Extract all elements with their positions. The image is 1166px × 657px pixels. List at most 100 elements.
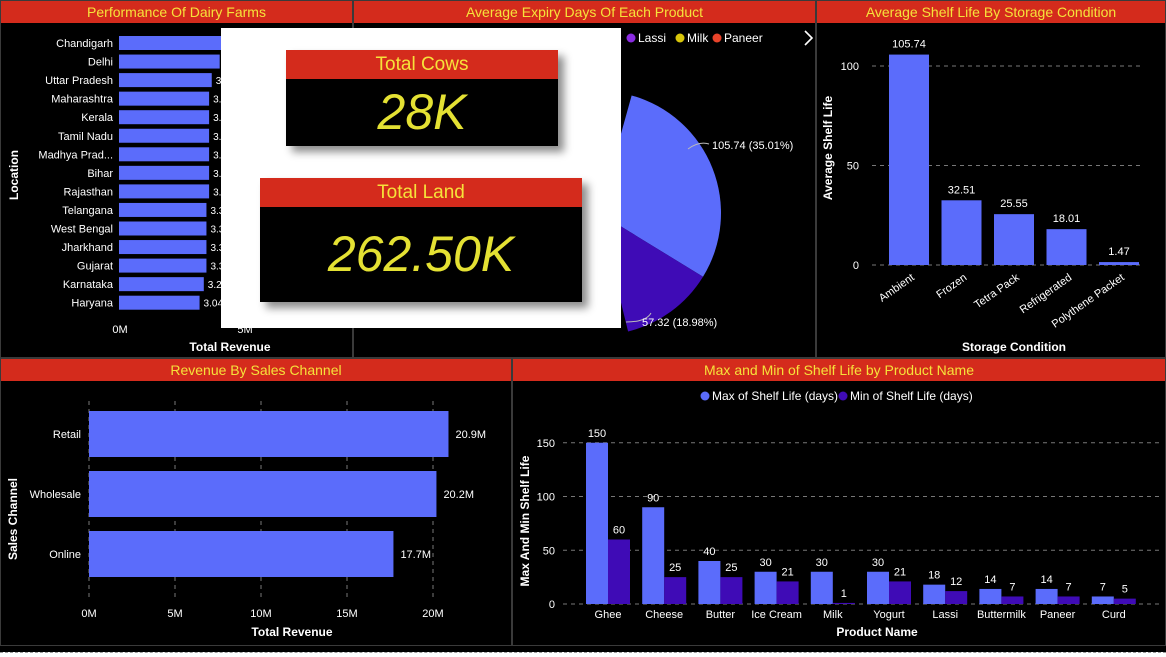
maxmin-legend-label: Min of Shelf Life (days) bbox=[850, 389, 973, 403]
farms-category-label: Tamil Nadu bbox=[58, 131, 113, 143]
farms-category-label: Kerala bbox=[81, 112, 114, 124]
farms-category-label: Jharkhand bbox=[62, 242, 113, 254]
farms-bar bbox=[119, 54, 220, 69]
farms-category-label: Maharashtra bbox=[51, 94, 114, 106]
farms-category-label: Bihar bbox=[87, 168, 113, 180]
farms-y-axis-title: Location bbox=[7, 150, 21, 200]
maxmin-category-label: Milk bbox=[823, 609, 843, 621]
farms-category-label: West Bengal bbox=[51, 224, 113, 236]
maxmin-bar bbox=[1001, 596, 1024, 604]
shelf-bar bbox=[994, 214, 1034, 265]
maxmin-bar bbox=[698, 561, 721, 604]
expiry-legend-marker bbox=[712, 33, 722, 43]
farms-bar bbox=[119, 73, 212, 88]
maxmin-data-label: 14 bbox=[1040, 574, 1052, 586]
farms-title: Performance Of Dairy Farms bbox=[1, 1, 352, 23]
channel-x-tick: 20M bbox=[422, 608, 443, 620]
shelf-bar bbox=[941, 200, 982, 265]
shelf-bar bbox=[1099, 262, 1139, 265]
farms-bar bbox=[119, 240, 207, 255]
channel-title: Revenue By Sales Channel bbox=[1, 359, 511, 381]
channel-y-axis-title: Sales Channel bbox=[6, 478, 20, 560]
shelf-bar bbox=[1046, 229, 1087, 265]
channel-data-label: 20.2M bbox=[443, 489, 474, 501]
maxmin-x-axis-title: Product Name bbox=[836, 625, 918, 639]
maxmin-bar bbox=[979, 588, 1002, 604]
expiry-legend-label: Paneer bbox=[724, 31, 763, 45]
farms-category-label: Madhya Prad... bbox=[38, 149, 113, 161]
maxmin-category-label: Ice Cream bbox=[751, 609, 802, 621]
channel-chart: 0M 5M 10M 15M 20M Retail 20.9M Wholesale 20.2M On… bbox=[6, 401, 486, 639]
maxmin-bar bbox=[1057, 596, 1080, 604]
farms-bar bbox=[119, 110, 210, 125]
channel-bar bbox=[89, 471, 437, 517]
total-cows-label: Total Cows bbox=[286, 50, 558, 79]
expiry-data-label: 105.74 (35.01%) bbox=[712, 140, 793, 152]
farms-bar bbox=[119, 258, 207, 273]
total-cows-card[interactable]: Total Cows 28K bbox=[286, 50, 558, 146]
farms-bar bbox=[119, 165, 210, 180]
farms-category-label: Chandigarh bbox=[56, 38, 113, 50]
maxmin-data-label: 30 bbox=[872, 557, 884, 569]
channel-category-label: Online bbox=[49, 549, 81, 561]
farms-bar bbox=[119, 184, 210, 199]
farms-bar bbox=[119, 36, 223, 50]
maxmin-bar bbox=[1091, 596, 1114, 604]
maxmin-data-label: 25 bbox=[669, 562, 681, 574]
shelf-y-axis-title: Average Shelf Life bbox=[821, 96, 835, 201]
channel-x-axis-title: Total Revenue bbox=[251, 625, 332, 639]
maxmin-bar bbox=[945, 591, 968, 604]
maxmin-data-label: 30 bbox=[759, 557, 771, 569]
maxmin-bar bbox=[1113, 598, 1136, 604]
maxmin-legend-label: Max of Shelf Life (days) bbox=[712, 389, 838, 403]
shelf-data-label: 1.47 bbox=[1108, 246, 1129, 258]
shelf-bar bbox=[889, 54, 929, 266]
shelf-chart: 0 50 100 105.74 Ambient 32.51 Frozen 25.55 Tetra… bbox=[821, 39, 1142, 354]
total-land-label: Total Land bbox=[260, 178, 582, 207]
maxmin-panel: Max and Min of Shelf Life by Product Nam… bbox=[512, 358, 1166, 646]
maxmin-bar bbox=[810, 571, 833, 604]
expiry-title: Average Expiry Days Of Each Product bbox=[354, 1, 815, 23]
expiry-legend-marker bbox=[626, 33, 636, 43]
maxmin-data-label: 12 bbox=[950, 576, 962, 588]
farms-bar bbox=[119, 295, 200, 310]
maxmin-y-tick: 50 bbox=[543, 545, 555, 557]
shelf-y-tick: 100 bbox=[841, 61, 859, 73]
farms-category-label: Haryana bbox=[71, 298, 113, 310]
shelf-category-label: Ambient bbox=[877, 272, 917, 305]
farms-category-label: Uttar Pradesh bbox=[45, 75, 113, 87]
total-cows-value: 28K bbox=[377, 84, 467, 140]
shelf-y-tick: 0 bbox=[853, 260, 859, 272]
maxmin-bar bbox=[754, 571, 777, 604]
shelf-panel: Average Shelf Life By Storage Condition … bbox=[816, 0, 1166, 358]
maxmin-y-axis-title: Max And Min Shelf Life bbox=[518, 455, 532, 586]
shelf-data-label: 18.01 bbox=[1053, 213, 1081, 225]
total-land-value: 262.50K bbox=[327, 226, 515, 282]
farms-category-label: Karnataka bbox=[63, 279, 114, 291]
shelf-y-tick: 50 bbox=[847, 161, 859, 173]
shelf-category-label: Frozen bbox=[934, 272, 969, 301]
farms-bar bbox=[119, 128, 210, 143]
maxmin-bar bbox=[867, 571, 889, 604]
channel-category-label: Wholesale bbox=[30, 489, 81, 501]
maxmin-data-label: 90 bbox=[647, 492, 659, 504]
shelf-data-label: 105.74 bbox=[892, 39, 926, 51]
maxmin-data-label: 21 bbox=[781, 566, 793, 578]
total-land-card[interactable]: Total Land 262.50K bbox=[260, 178, 582, 302]
maxmin-category-label: Ghee bbox=[595, 609, 622, 621]
maxmin-legend-marker bbox=[700, 391, 710, 401]
shelf-category-label: Tetra Pack bbox=[972, 271, 1022, 311]
maxmin-category-label: Butter bbox=[706, 609, 736, 621]
maxmin-bar bbox=[586, 442, 608, 604]
maxmin-bar bbox=[889, 581, 911, 604]
legend-scroll-arrow-icon bbox=[804, 30, 814, 46]
expiry-legend-label: Milk bbox=[687, 31, 709, 45]
maxmin-data-label: 14 bbox=[984, 574, 996, 586]
expiry-legend-marker bbox=[675, 33, 685, 43]
farms-x-axis-title: Total Revenue bbox=[189, 340, 270, 354]
channel-data-label: 17.7M bbox=[400, 549, 431, 561]
maxmin-category-label: Curd bbox=[1102, 609, 1126, 621]
maxmin-data-label: 7 bbox=[1066, 581, 1072, 593]
maxmin-bar bbox=[608, 539, 630, 604]
maxmin-data-label: 150 bbox=[588, 428, 606, 440]
